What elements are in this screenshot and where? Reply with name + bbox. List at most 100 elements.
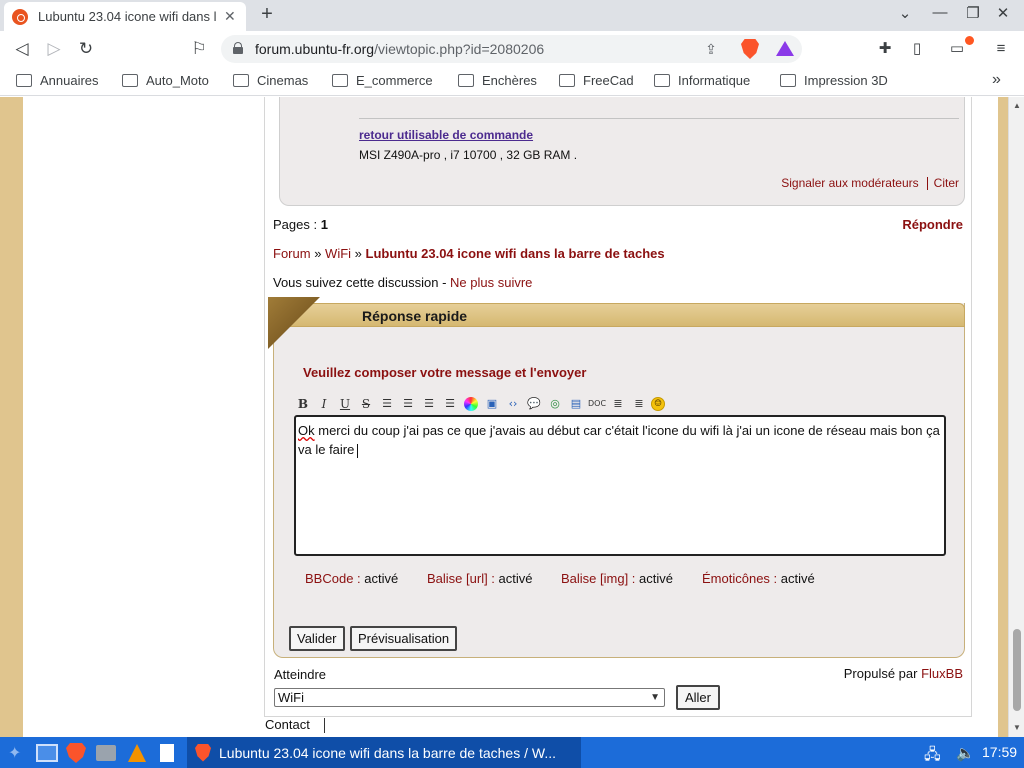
breadcrumb-topic: Lubuntu 23.04 icone wifi dans la barre d… bbox=[365, 246, 665, 261]
text-editor-icon[interactable] bbox=[160, 744, 174, 762]
message-textarea[interactable]: Ok merci du coup j'ai pas ce que j'avais… bbox=[294, 415, 946, 556]
bookmarks-bar: Annuaires Auto_Moto Cinemas E_commerce E… bbox=[0, 67, 1024, 96]
goto-label: Atteindre bbox=[274, 667, 327, 682]
share-icon[interactable]: ⇪ bbox=[701, 39, 721, 59]
bookmark-folder[interactable]: Impression 3D bbox=[780, 73, 888, 88]
align-right-icon[interactable]: ☰ bbox=[399, 396, 417, 412]
tab-search-chevron-icon[interactable]: ⌄ bbox=[894, 4, 916, 22]
folder-icon bbox=[16, 74, 32, 87]
menu-icon[interactable]: ≡ bbox=[990, 38, 1012, 60]
ubuntu-favicon-icon bbox=[12, 8, 28, 25]
strike-icon[interactable]: S bbox=[357, 396, 375, 412]
vlc-icon[interactable] bbox=[128, 744, 146, 762]
minimize-icon[interactable]: — bbox=[929, 4, 951, 21]
file-manager-icon[interactable] bbox=[96, 745, 116, 761]
preview-button[interactable]: Prévisualisation bbox=[350, 626, 458, 651]
doc-icon[interactable]: DOC bbox=[588, 396, 606, 412]
editor-toolbar: B I U S ☰ ☰ ☰ ☰ ▣ ‹› 💬 ◎ ▤ DOC ≣ ≣ ☺ bbox=[294, 395, 668, 413]
folder-icon bbox=[780, 74, 796, 87]
contact-link[interactable]: Contact bbox=[265, 717, 310, 732]
align-center-icon[interactable]: ☰ bbox=[420, 396, 438, 412]
page-scrollbar[interactable]: ▲ ▼ bbox=[1008, 97, 1024, 737]
video-icon[interactable]: ▤ bbox=[567, 396, 585, 412]
volume-icon[interactable]: 🔈 bbox=[956, 744, 975, 762]
right-margin bbox=[998, 97, 1008, 737]
bbcode-status: BBCode : activé bbox=[305, 571, 399, 586]
current-page: 1 bbox=[320, 217, 328, 232]
new-tab-icon[interactable]: + bbox=[256, 3, 278, 27]
bookmark-folder[interactable]: Annuaires bbox=[16, 73, 99, 88]
scroll-down-icon[interactable]: ▼ bbox=[1013, 723, 1021, 732]
back-icon[interactable]: ◁ bbox=[10, 37, 34, 61]
address-bar[interactable]: forum.ubuntu-fr.org/viewtopic.php?id=208… bbox=[221, 35, 802, 63]
forward-icon[interactable]: ▷ bbox=[42, 37, 66, 61]
desktop-icon[interactable] bbox=[36, 744, 58, 762]
smiley-icon[interactable]: ☺ bbox=[651, 397, 665, 411]
bullet-list-icon[interactable]: ≣ bbox=[630, 396, 648, 412]
scroll-thumb[interactable] bbox=[1013, 629, 1021, 711]
scroll-up-icon[interactable]: ▲ bbox=[1013, 101, 1021, 110]
folder-icon bbox=[332, 74, 348, 87]
bookmark-folder[interactable]: Cinemas bbox=[233, 73, 308, 88]
reply-link[interactable]: Répondre bbox=[902, 217, 963, 232]
quote-icon[interactable]: 💬 bbox=[525, 396, 543, 412]
breadcrumb-separator: » bbox=[354, 246, 362, 261]
brave-launcher-icon[interactable] bbox=[66, 743, 86, 763]
reload-icon[interactable]: ↻ bbox=[74, 37, 98, 61]
network-icon[interactable]: 🖧 bbox=[924, 744, 941, 768]
emoticons-status: Émoticônes : activé bbox=[702, 571, 815, 586]
color-picker-icon[interactable] bbox=[464, 397, 478, 411]
bookmark-icon[interactable]: ⚐ bbox=[187, 37, 211, 61]
submit-button[interactable]: Valider bbox=[289, 626, 345, 651]
start-menu-icon[interactable]: ✦ bbox=[8, 743, 28, 763]
bookmark-folder[interactable]: Informatique bbox=[654, 73, 750, 88]
text-caret bbox=[357, 443, 359, 458]
numbered-list-icon[interactable]: ≣ bbox=[609, 396, 627, 412]
chevron-down-icon: ▼ bbox=[650, 692, 660, 703]
url-path: /viewtopic.php?id=2080206 bbox=[374, 41, 545, 57]
bookmark-folder[interactable]: Auto_Moto bbox=[122, 73, 209, 88]
notification-badge bbox=[965, 36, 974, 45]
browser-toolbar: ◁ ▷ ↻ ⚐ forum.ubuntu-fr.org/viewtopic.ph… bbox=[0, 31, 1024, 67]
justify-icon[interactable]: ☰ bbox=[441, 396, 459, 412]
go-button[interactable]: Aller bbox=[676, 685, 720, 710]
tab-bar: Lubuntu 23.04 icone wifi dans la barre d… bbox=[0, 0, 1024, 31]
bookmark-folder[interactable]: E_commerce bbox=[332, 73, 433, 88]
forum-select[interactable]: WiFi ▼ bbox=[274, 688, 665, 707]
quick-reply-box: Réponse rapide Veuillez composer votre m… bbox=[268, 297, 965, 658]
brave-rewards-icon[interactable] bbox=[776, 41, 794, 56]
code-icon[interactable]: ‹› bbox=[504, 396, 522, 412]
taskbar-window-brave[interactable]: Lubuntu 23.04 icone wifi dans la barre d… bbox=[187, 737, 581, 768]
signature-link[interactable]: retour utilisable de commande bbox=[359, 128, 533, 142]
bold-icon[interactable]: B bbox=[294, 396, 312, 412]
image-icon[interactable]: ▣ bbox=[483, 396, 501, 412]
compose-instructions: Veuillez composer votre message et l'env… bbox=[303, 365, 587, 380]
forum-container: retour utilisable de commande MSI Z490A-… bbox=[264, 97, 972, 717]
fluxbb-link[interactable]: FluxBB bbox=[921, 666, 963, 681]
quote-link[interactable]: Citer bbox=[934, 176, 959, 190]
clock[interactable]: 17:59 bbox=[982, 744, 1017, 760]
unfollow-link[interactable]: Ne plus suivre bbox=[450, 275, 532, 290]
actions-separator bbox=[926, 177, 928, 191]
extensions-icon[interactable]: ✚ bbox=[874, 38, 896, 60]
align-left-icon[interactable]: ☰ bbox=[378, 396, 396, 412]
more-bookmarks-icon[interactable]: » bbox=[992, 71, 1001, 89]
sidebar-icon[interactable]: ▯ bbox=[906, 38, 928, 60]
underline-icon[interactable]: U bbox=[336, 396, 354, 412]
report-link[interactable]: Signaler aux modérateurs bbox=[781, 176, 918, 190]
tab-title: Lubuntu 23.04 icone wifi dans la barre d… bbox=[38, 9, 216, 24]
bookmark-folder[interactable]: Enchères bbox=[458, 73, 537, 88]
breadcrumb-wifi[interactable]: WiFi bbox=[325, 246, 351, 261]
browser-tab[interactable]: Lubuntu 23.04 icone wifi dans la barre d… bbox=[4, 2, 246, 31]
close-window-icon[interactable]: ✕ bbox=[992, 4, 1014, 22]
breadcrumb-forum[interactable]: Forum bbox=[273, 246, 311, 261]
bookmark-folder[interactable]: FreeCad bbox=[559, 73, 634, 88]
signature-text: MSI Z490A-pro , i7 10700 , 32 GB RAM . bbox=[359, 148, 578, 162]
italic-icon[interactable]: I bbox=[315, 396, 333, 412]
folder-icon bbox=[654, 74, 670, 87]
link-icon[interactable]: ◎ bbox=[546, 396, 564, 412]
folder-icon bbox=[233, 74, 249, 87]
tab-close-icon[interactable]: ✕ bbox=[224, 8, 236, 25]
web-page: ▲ ▼ retour utilisable de commande MSI Z4… bbox=[0, 97, 1024, 737]
restore-icon[interactable]: ❐ bbox=[962, 4, 984, 22]
